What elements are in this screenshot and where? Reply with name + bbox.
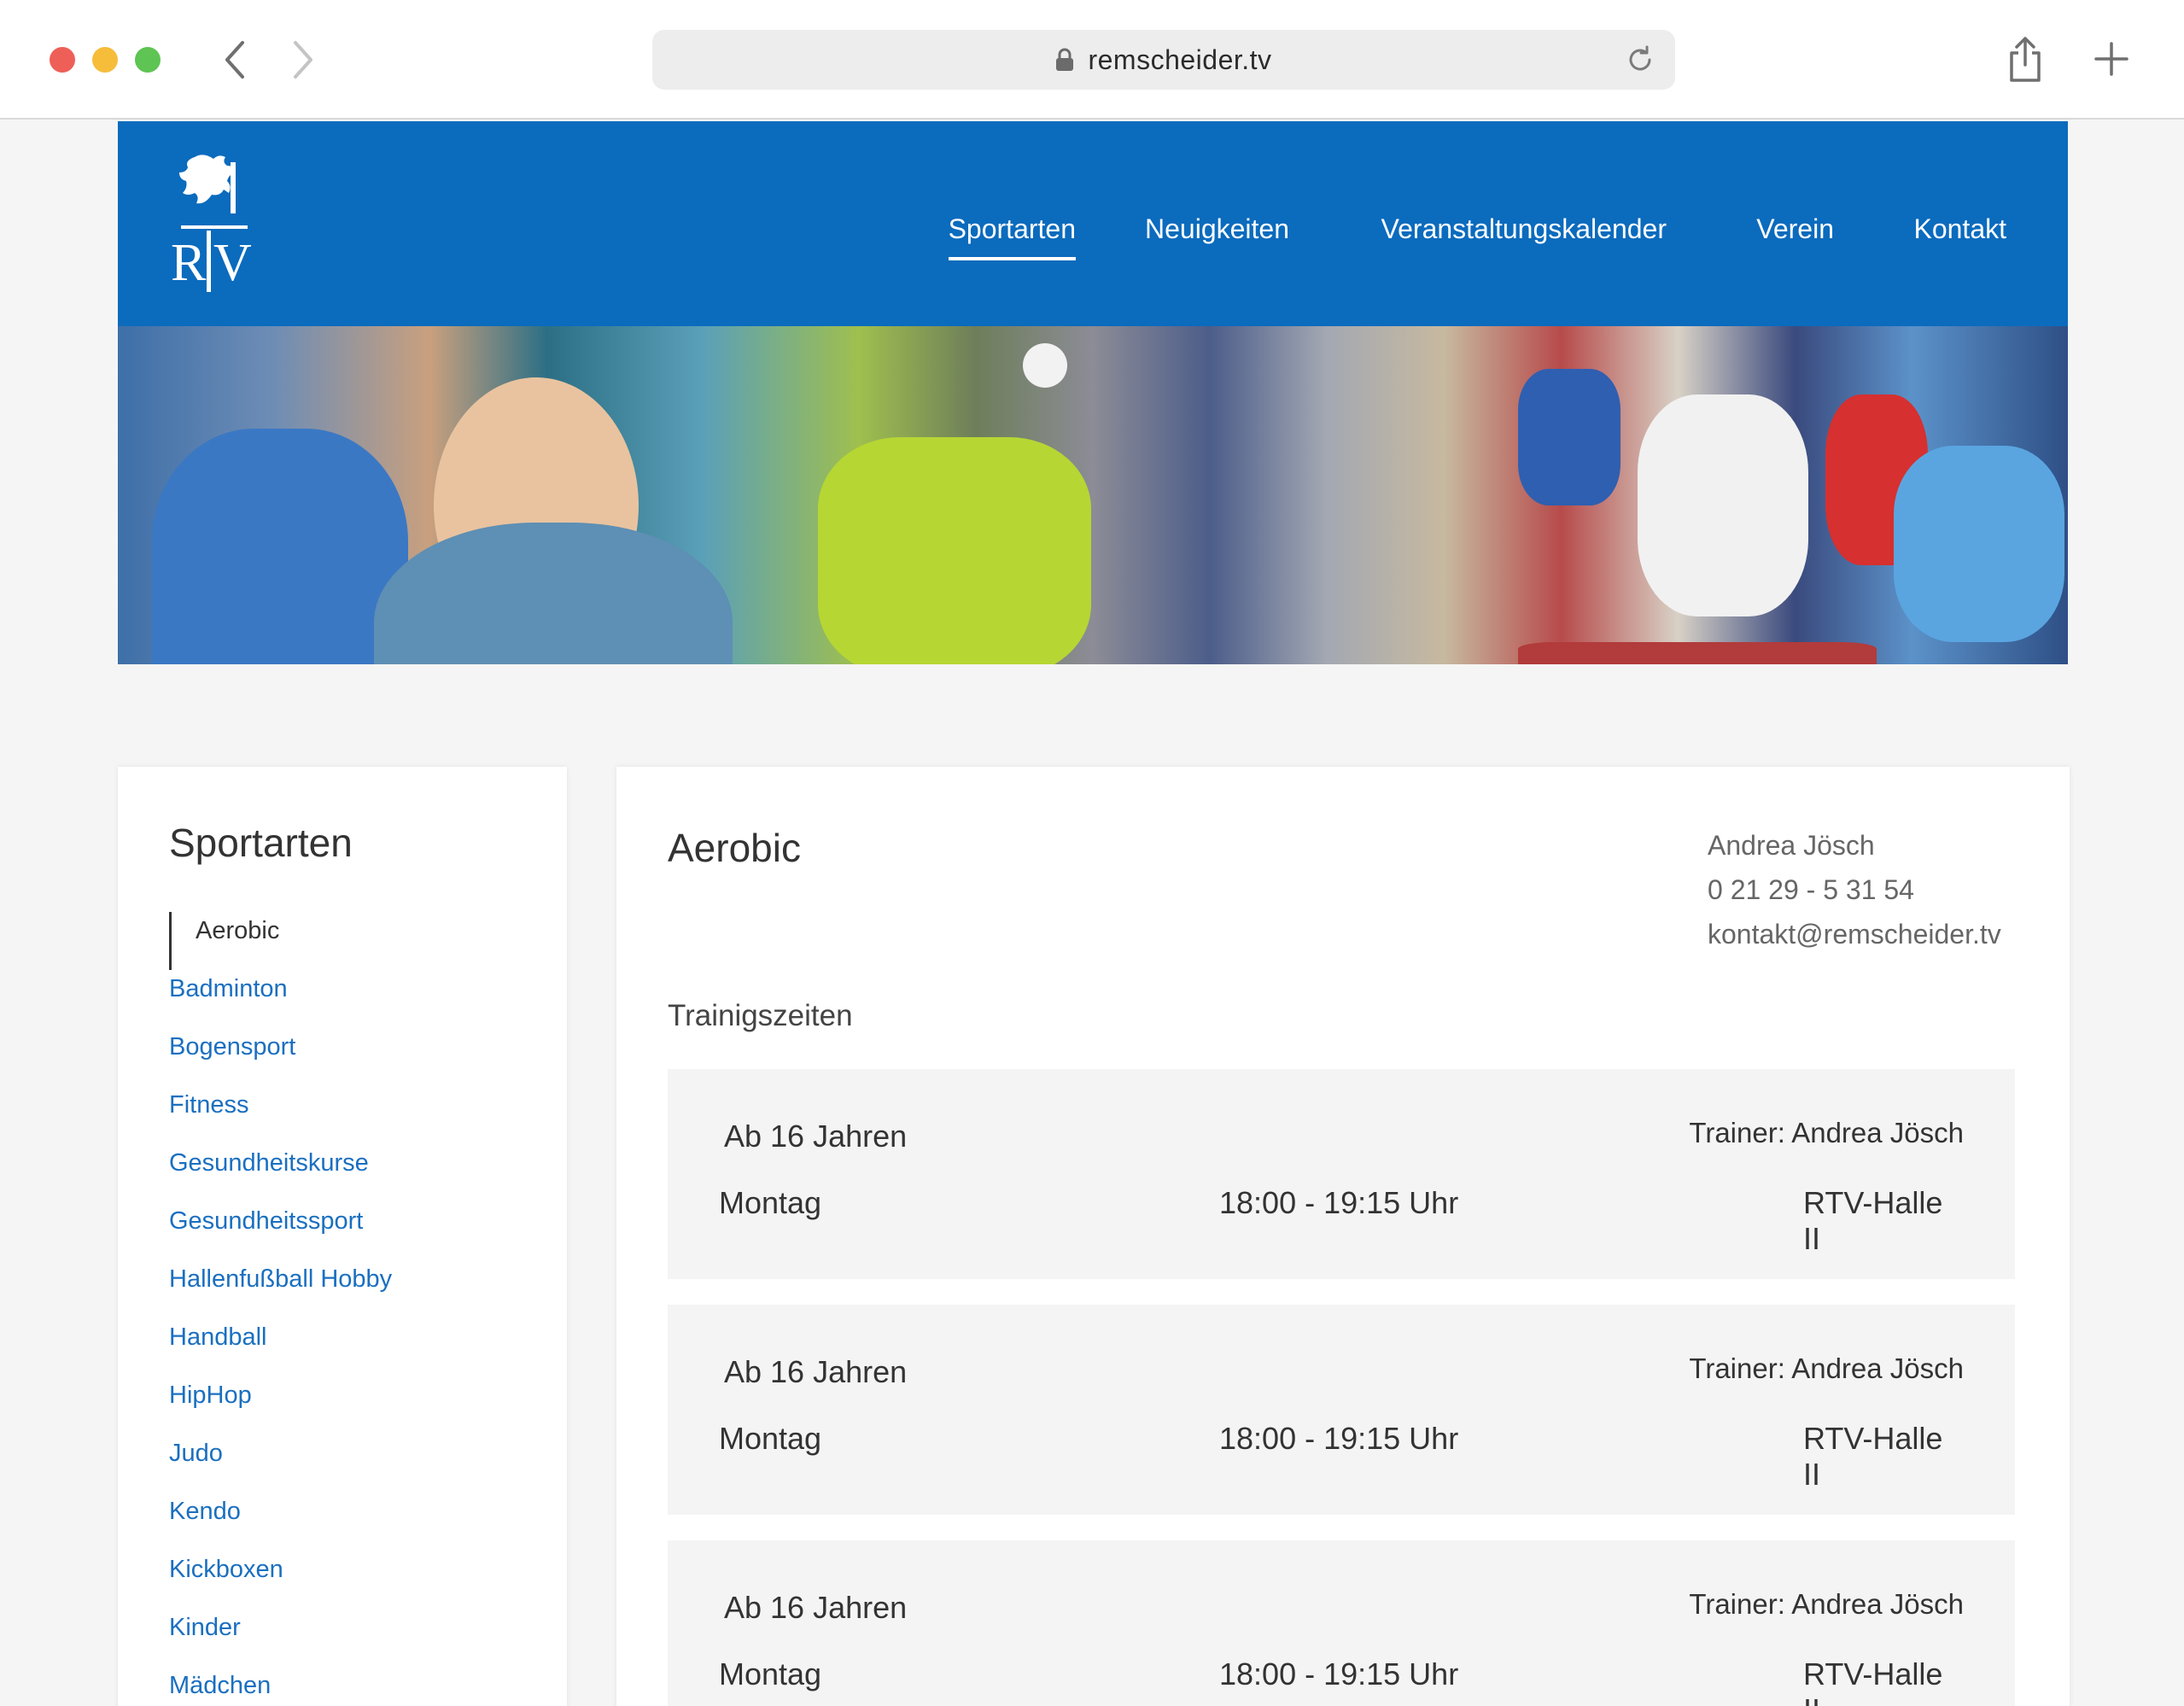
back-icon[interactable]: [219, 36, 253, 84]
training-sessions: Ab 16 Jahren Trainer: Andrea Jösch Monta…: [668, 1069, 2015, 1706]
nav-veranstaltungskalender[interactable]: Veranstaltungskalender: [1381, 213, 1667, 245]
sidebar-item-aerobic[interactable]: Aerobic: [169, 912, 392, 970]
session-day: Montag: [719, 1421, 822, 1456]
hero-figure: [152, 429, 408, 664]
session-day: Montag: [719, 1185, 822, 1220]
rtv-logo[interactable]: R V: [169, 152, 258, 294]
sport-detail-panel: Aerobic Andrea Jösch 0 21 29 - 5 31 54 k…: [616, 767, 2070, 1706]
reload-icon[interactable]: [1624, 44, 1656, 76]
nav-kontakt[interactable]: Kontakt: [1913, 213, 2006, 245]
hero-figure: [1518, 642, 1877, 664]
top-bar: R V Sportarten Neuigkeiten Veranstaltung…: [118, 121, 2068, 326]
new-tab-icon[interactable]: [2093, 41, 2129, 77]
page-title: Aerobic: [668, 826, 801, 870]
close-window-button[interactable]: [50, 47, 75, 73]
hero-figure: [374, 523, 733, 664]
hero-figure: [1894, 446, 2064, 642]
nav-neuigkeiten[interactable]: Neuigkeiten: [1145, 213, 1289, 245]
sidebar-item-kinder[interactable]: Kinder: [169, 1609, 392, 1667]
session-trainer: Trainer: Andrea Jösch: [1689, 1117, 1964, 1148]
session-place: RTV-Halle II: [1803, 1185, 1943, 1256]
session-age: Ab 16 Jahren: [724, 1590, 908, 1625]
share-icon[interactable]: [2005, 36, 2046, 84]
svg-text:R: R: [171, 234, 207, 292]
nav-sportarten[interactable]: Sportarten: [948, 213, 1076, 260]
sidebar-item-gesundheitskurse[interactable]: Gesundheitskurse: [169, 1144, 392, 1202]
sidebar-item-judo[interactable]: Judo: [169, 1434, 392, 1493]
session-age: Ab 16 Jahren: [724, 1354, 908, 1389]
hero-figure: [818, 437, 1091, 664]
contact-phone[interactable]: 0 21 29 - 5 31 54: [1708, 868, 2001, 912]
session-day: Montag: [719, 1656, 822, 1691]
url-text: remscheider.tv: [1088, 44, 1272, 75]
session-time: 18:00 - 19:15 Uhr: [1219, 1185, 1459, 1220]
sidebar-item-hiphop[interactable]: HipHop: [169, 1376, 392, 1434]
session-card: Ab 16 Jahren Trainer: Andrea Jösch Monta…: [668, 1069, 2015, 1279]
sidebar-item-badminton[interactable]: Badminton: [169, 970, 392, 1028]
sidebar-item-maedchen[interactable]: Mädchen: [169, 1667, 392, 1706]
forward-icon[interactable]: [285, 36, 319, 84]
sport-list: Aerobic Badminton Bogensport Fitness Ges…: [169, 912, 392, 1706]
session-trainer: Trainer: Andrea Jösch: [1689, 1353, 1964, 1384]
hero-figure: [1638, 394, 1808, 616]
session-place: RTV-Halle II: [1803, 1421, 1943, 1492]
nav-verein[interactable]: Verein: [1756, 213, 1834, 245]
sport-sidebar: Sportarten Aerobic Badminton Bogensport …: [118, 767, 567, 1706]
lock-icon: [1056, 48, 1074, 71]
hero-figure: [1023, 343, 1067, 388]
address-bar[interactable]: remscheider.tv: [652, 30, 1675, 90]
section-title: Trainigszeiten: [668, 999, 853, 1032]
contact-email[interactable]: kontakt@remscheider.tv: [1708, 912, 2001, 956]
sidebar-item-hallenfussball-hobby[interactable]: Hallenfußball Hobby: [169, 1260, 392, 1318]
session-trainer: Trainer: Andrea Jösch: [1689, 1588, 1964, 1620]
session-time: 18:00 - 19:15 Uhr: [1219, 1421, 1459, 1456]
contact-name: Andrea Jösch: [1708, 830, 1875, 861]
session-age: Ab 16 Jahren: [724, 1119, 908, 1154]
sidebar-item-gesundheitssport[interactable]: Gesundheitssport: [169, 1202, 392, 1260]
sidebar-item-bogensport[interactable]: Bogensport: [169, 1028, 392, 1086]
session-place: RTV-Halle II: [1803, 1656, 1943, 1706]
hero-figure: [1518, 369, 1620, 505]
session-card: Ab 16 Jahren Trainer: Andrea Jösch Monta…: [668, 1305, 2015, 1515]
session-card: Ab 16 Jahren Trainer: Andrea Jösch Monta…: [668, 1540, 2015, 1706]
sidebar-item-kendo[interactable]: Kendo: [169, 1493, 392, 1551]
sidebar-item-handball[interactable]: Handball: [169, 1318, 392, 1376]
sidebar-title: Sportarten: [169, 821, 353, 865]
sidebar-item-kickboxen[interactable]: Kickboxen: [169, 1551, 392, 1609]
maximize-window-button[interactable]: [135, 47, 161, 73]
browser-toolbar: remscheider.tv: [0, 0, 2184, 120]
session-time: 18:00 - 19:15 Uhr: [1219, 1656, 1459, 1691]
hero-banner-image: [118, 326, 2068, 664]
site-header: R V Sportarten Neuigkeiten Veranstaltung…: [118, 121, 2068, 664]
minimize-window-button[interactable]: [92, 47, 118, 73]
sidebar-item-fitness[interactable]: Fitness: [169, 1086, 392, 1144]
svg-text:V: V: [213, 234, 252, 292]
contact-block: Andrea Jösch 0 21 29 - 5 31 54 kontakt@r…: [1708, 823, 2001, 956]
